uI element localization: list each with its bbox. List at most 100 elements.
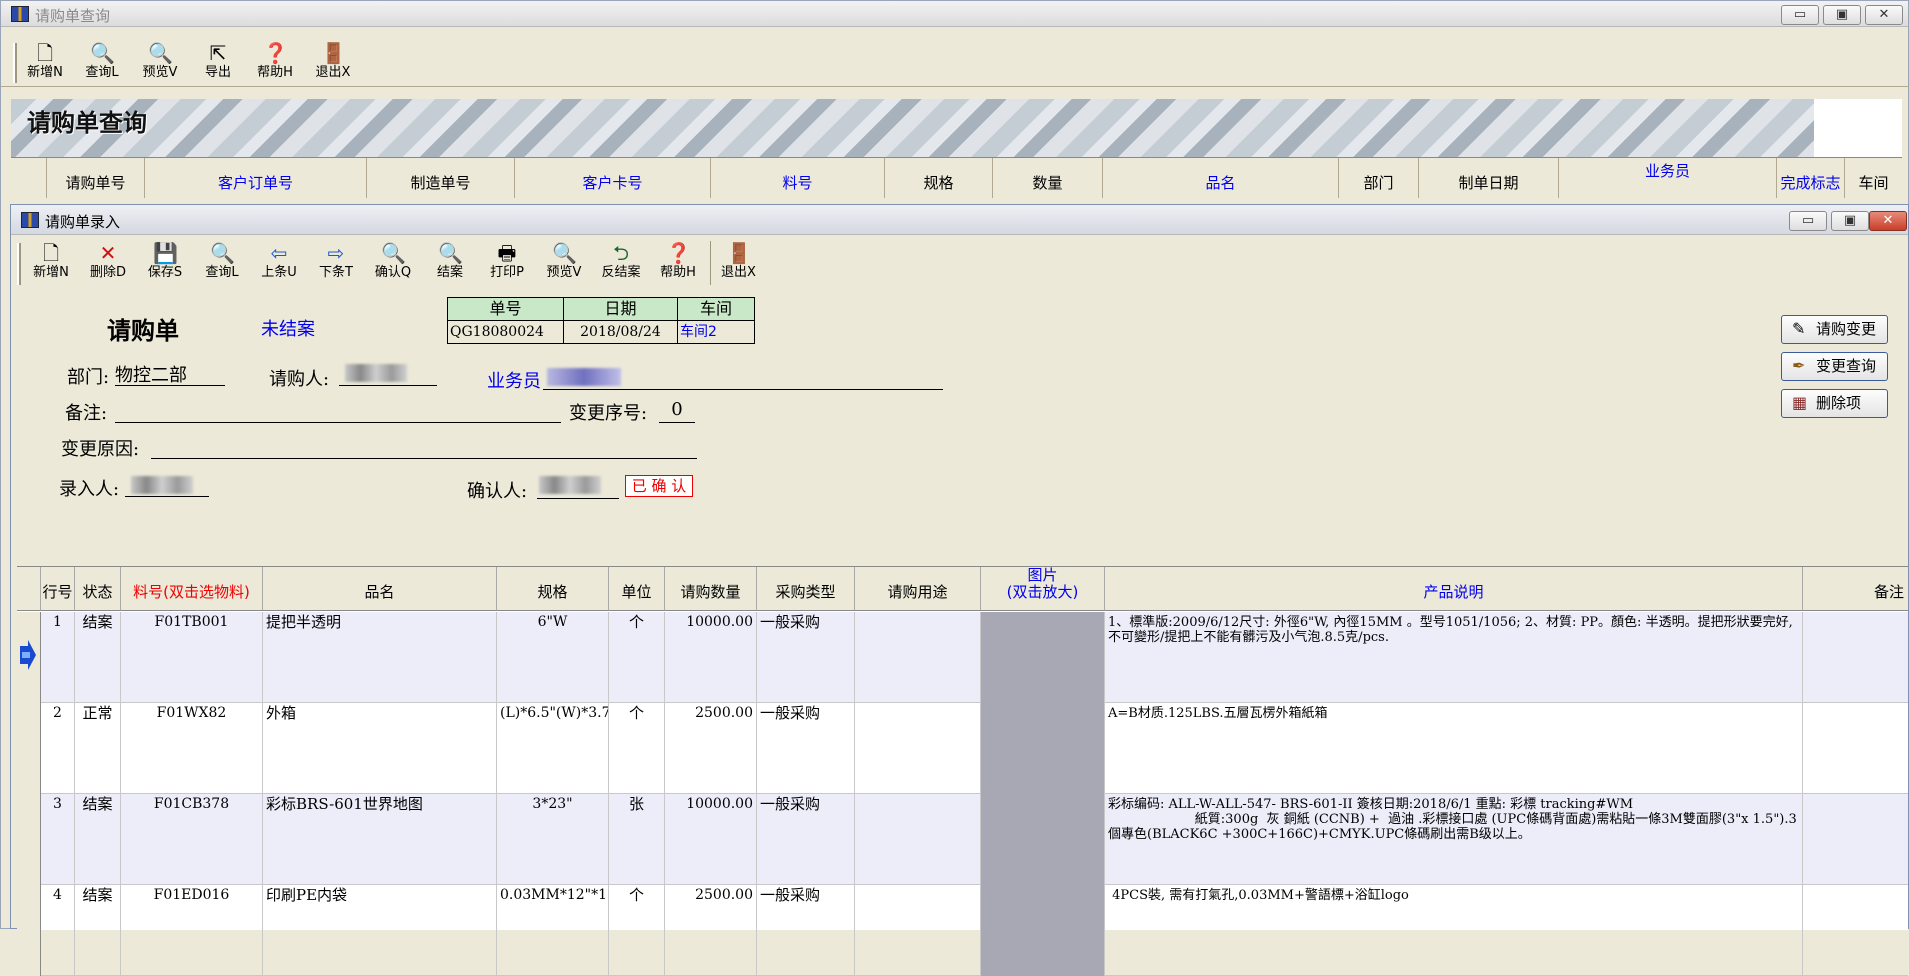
entry-close-button[interactable]: ✕ [1869,211,1907,231]
query-col-header[interactable]: 业务员 [1559,158,1777,198]
table-row[interactable]: 1 结案 F01TB001 提把半透明 6"W 个 10000.00 一般采购 … [17,612,1908,703]
item-name[interactable]: 彩标BRS-601世界地图 [263,794,497,885]
part-no[interactable]: F01WX82 [121,703,263,794]
query-col-header[interactable]: 品名 [1103,158,1339,198]
salesman-field[interactable] [543,365,943,390]
grid-col-header[interactable]: 图片 (双击放大) [981,567,1105,611]
query-col-header[interactable]: 规格 [885,158,993,198]
grid-col-header[interactable]: 备注 [1803,567,1908,611]
doc-workshop-value[interactable]: 车间2 [678,321,754,343]
table-row[interactable]: 2 正常 F01WX82 外箱 (L)*6.5"(W)*3.7 个 2500.0… [17,703,1908,794]
query-col-header[interactable]: 数量 [993,158,1103,198]
item-spec[interactable]: 3*23" [497,794,609,885]
request-qty[interactable]: 2500.00 [665,885,757,976]
query-col-header[interactable]: 车间 [1845,158,1902,198]
salesman-label[interactable]: 业务员 [487,367,541,393]
item-spec[interactable]: (L)*6.5"(W)*3.7 [497,703,609,794]
product-desc[interactable]: 4PCS裝, 需有打氣孔,0.03MM+警語標+浴缸logo [1105,885,1803,976]
entry-delete-button[interactable]: ✕ 删除D [80,241,136,285]
row-selector[interactable] [17,794,41,885]
doc-no-value[interactable]: QG18080024 [448,321,564,343]
table-row[interactable]: 3 结案 F01CB378 彩标BRS-601世界地图 3*23" 张 1000… [17,794,1908,885]
outer-help-button[interactable]: ❓ 帮助H [247,41,303,85]
item-spec[interactable]: 0.03MM*12"*17" [497,885,609,976]
grid-col-header[interactable]: 行号 [41,567,75,611]
close-button[interactable]: ✕ [1865,5,1903,25]
entry-minimize-button[interactable]: ▭ [1789,211,1827,231]
grid-col-header[interactable]: 规格 [497,567,609,611]
row-remark[interactable] [1803,885,1908,976]
entry-exit-button[interactable]: 🚪 退出X [710,241,766,285]
dept-field[interactable]: 物控二部 [115,361,225,386]
entry-print-button[interactable]: 🖶 打印P [479,241,535,285]
entry-reopen-button[interactable]: ⮌ 反结案 [593,241,649,285]
entry-maximize-button[interactable]: ▣ [1831,211,1869,231]
change-seq-field[interactable]: 0 [659,399,695,423]
part-no[interactable]: F01ED016 [121,885,263,976]
grid-col-header[interactable]: 料号(双击选物料) [121,567,263,611]
remark-field[interactable] [115,399,561,423]
requester-field[interactable] [339,361,437,386]
request-qty[interactable]: 10000.00 [665,612,757,703]
request-purpose[interactable] [855,794,981,885]
query-col-header[interactable]: 请购单号 [47,158,145,198]
item-image[interactable] [981,794,1105,885]
part-no[interactable]: F01TB001 [121,612,263,703]
entry-new-button[interactable]: 🗋 新增N [23,241,79,285]
request-purpose[interactable] [855,703,981,794]
outer-export-button[interactable]: ⇱ 导出 [190,41,246,85]
grid-col-header[interactable]: 状态 [75,567,121,611]
row-remark[interactable] [1803,612,1908,703]
grid-col-header[interactable]: 品名 [263,567,497,611]
item-spec[interactable]: 6"W [497,612,609,703]
outer-preview-button[interactable]: 🔍 预览V [132,41,188,85]
table-row[interactable]: 4 结案 F01ED016 印刷PE内袋 0.03MM*12"*17" 个 25… [17,885,1908,976]
query-col-header[interactable]: 客户卡号 [515,158,711,198]
change-query-button[interactable]: ✒ 变更查询 [1781,352,1888,381]
purchase-type[interactable]: 一般采购 [757,703,855,794]
row-selector[interactable] [17,885,41,976]
entry-next-button[interactable]: ⇨ 下条T [308,241,364,285]
query-col-header[interactable]: 完成标志 [1777,158,1845,198]
entry-help-button[interactable]: ❓ 帮助H [650,241,706,285]
item-image[interactable] [981,885,1105,976]
query-col-header[interactable]: 制单日期 [1419,158,1559,198]
grid-col-header[interactable]: 采购类型 [757,567,855,611]
entry-confirm-button[interactable]: 🔍 确认Q [365,241,421,285]
entry-preview-button[interactable]: 🔍 预览V [536,241,592,285]
query-col-header[interactable]: 客户订单号 [145,158,367,198]
item-image[interactable] [981,612,1105,703]
item-image[interactable] [981,703,1105,794]
request-qty[interactable]: 2500.00 [665,703,757,794]
purchase-type[interactable]: 一般采购 [757,612,855,703]
item-name[interactable]: 提把半透明 [263,612,497,703]
grid-col-header[interactable]: 请购用途 [855,567,981,611]
minimize-button[interactable]: ▭ [1781,5,1819,25]
delete-item-button[interactable]: ▦ 删除项 [1781,389,1888,418]
grid-col-header[interactable]: 单位 [609,567,665,611]
request-purpose[interactable] [855,612,981,703]
row-remark[interactable] [1803,703,1908,794]
request-purpose[interactable] [855,885,981,976]
doc-date-value[interactable]: 2018/08/24 [564,321,678,343]
request-qty[interactable]: 10000.00 [665,794,757,885]
row-selector[interactable] [17,612,41,703]
entry-close-case-button[interactable]: 🔍 结案 [422,241,478,285]
outer-query-button[interactable]: 🔍 查询L [74,41,130,85]
item-name[interactable]: 印刷PE内袋 [263,885,497,976]
query-col-header[interactable]: 部门 [1339,158,1419,198]
outer-new-button[interactable]: 🗋 新增N [17,41,73,85]
row-remark[interactable] [1803,794,1908,885]
confirm-person-field[interactable] [537,473,619,499]
query-col-header[interactable]: 制造单号 [367,158,515,198]
item-unit[interactable]: 个 [609,612,665,703]
request-change-button[interactable]: ✎ 请购变更 [1781,315,1888,344]
query-col-header[interactable]: 料号 [711,158,885,198]
part-no[interactable]: F01CB378 [121,794,263,885]
purchase-type[interactable]: 一般采购 [757,885,855,976]
entry-prev-button[interactable]: ⇦ 上条U [251,241,307,285]
product-desc[interactable]: A=B材质.125LBS.五層瓦楞外箱紙箱 [1105,703,1803,794]
entry-person-field[interactable] [125,473,209,497]
change-reason-field[interactable] [151,435,697,459]
product-desc[interactable]: 1、標準版:2009/6/12尺寸: 外徑6"W, 內徑15MM 。型号1051… [1105,612,1803,703]
